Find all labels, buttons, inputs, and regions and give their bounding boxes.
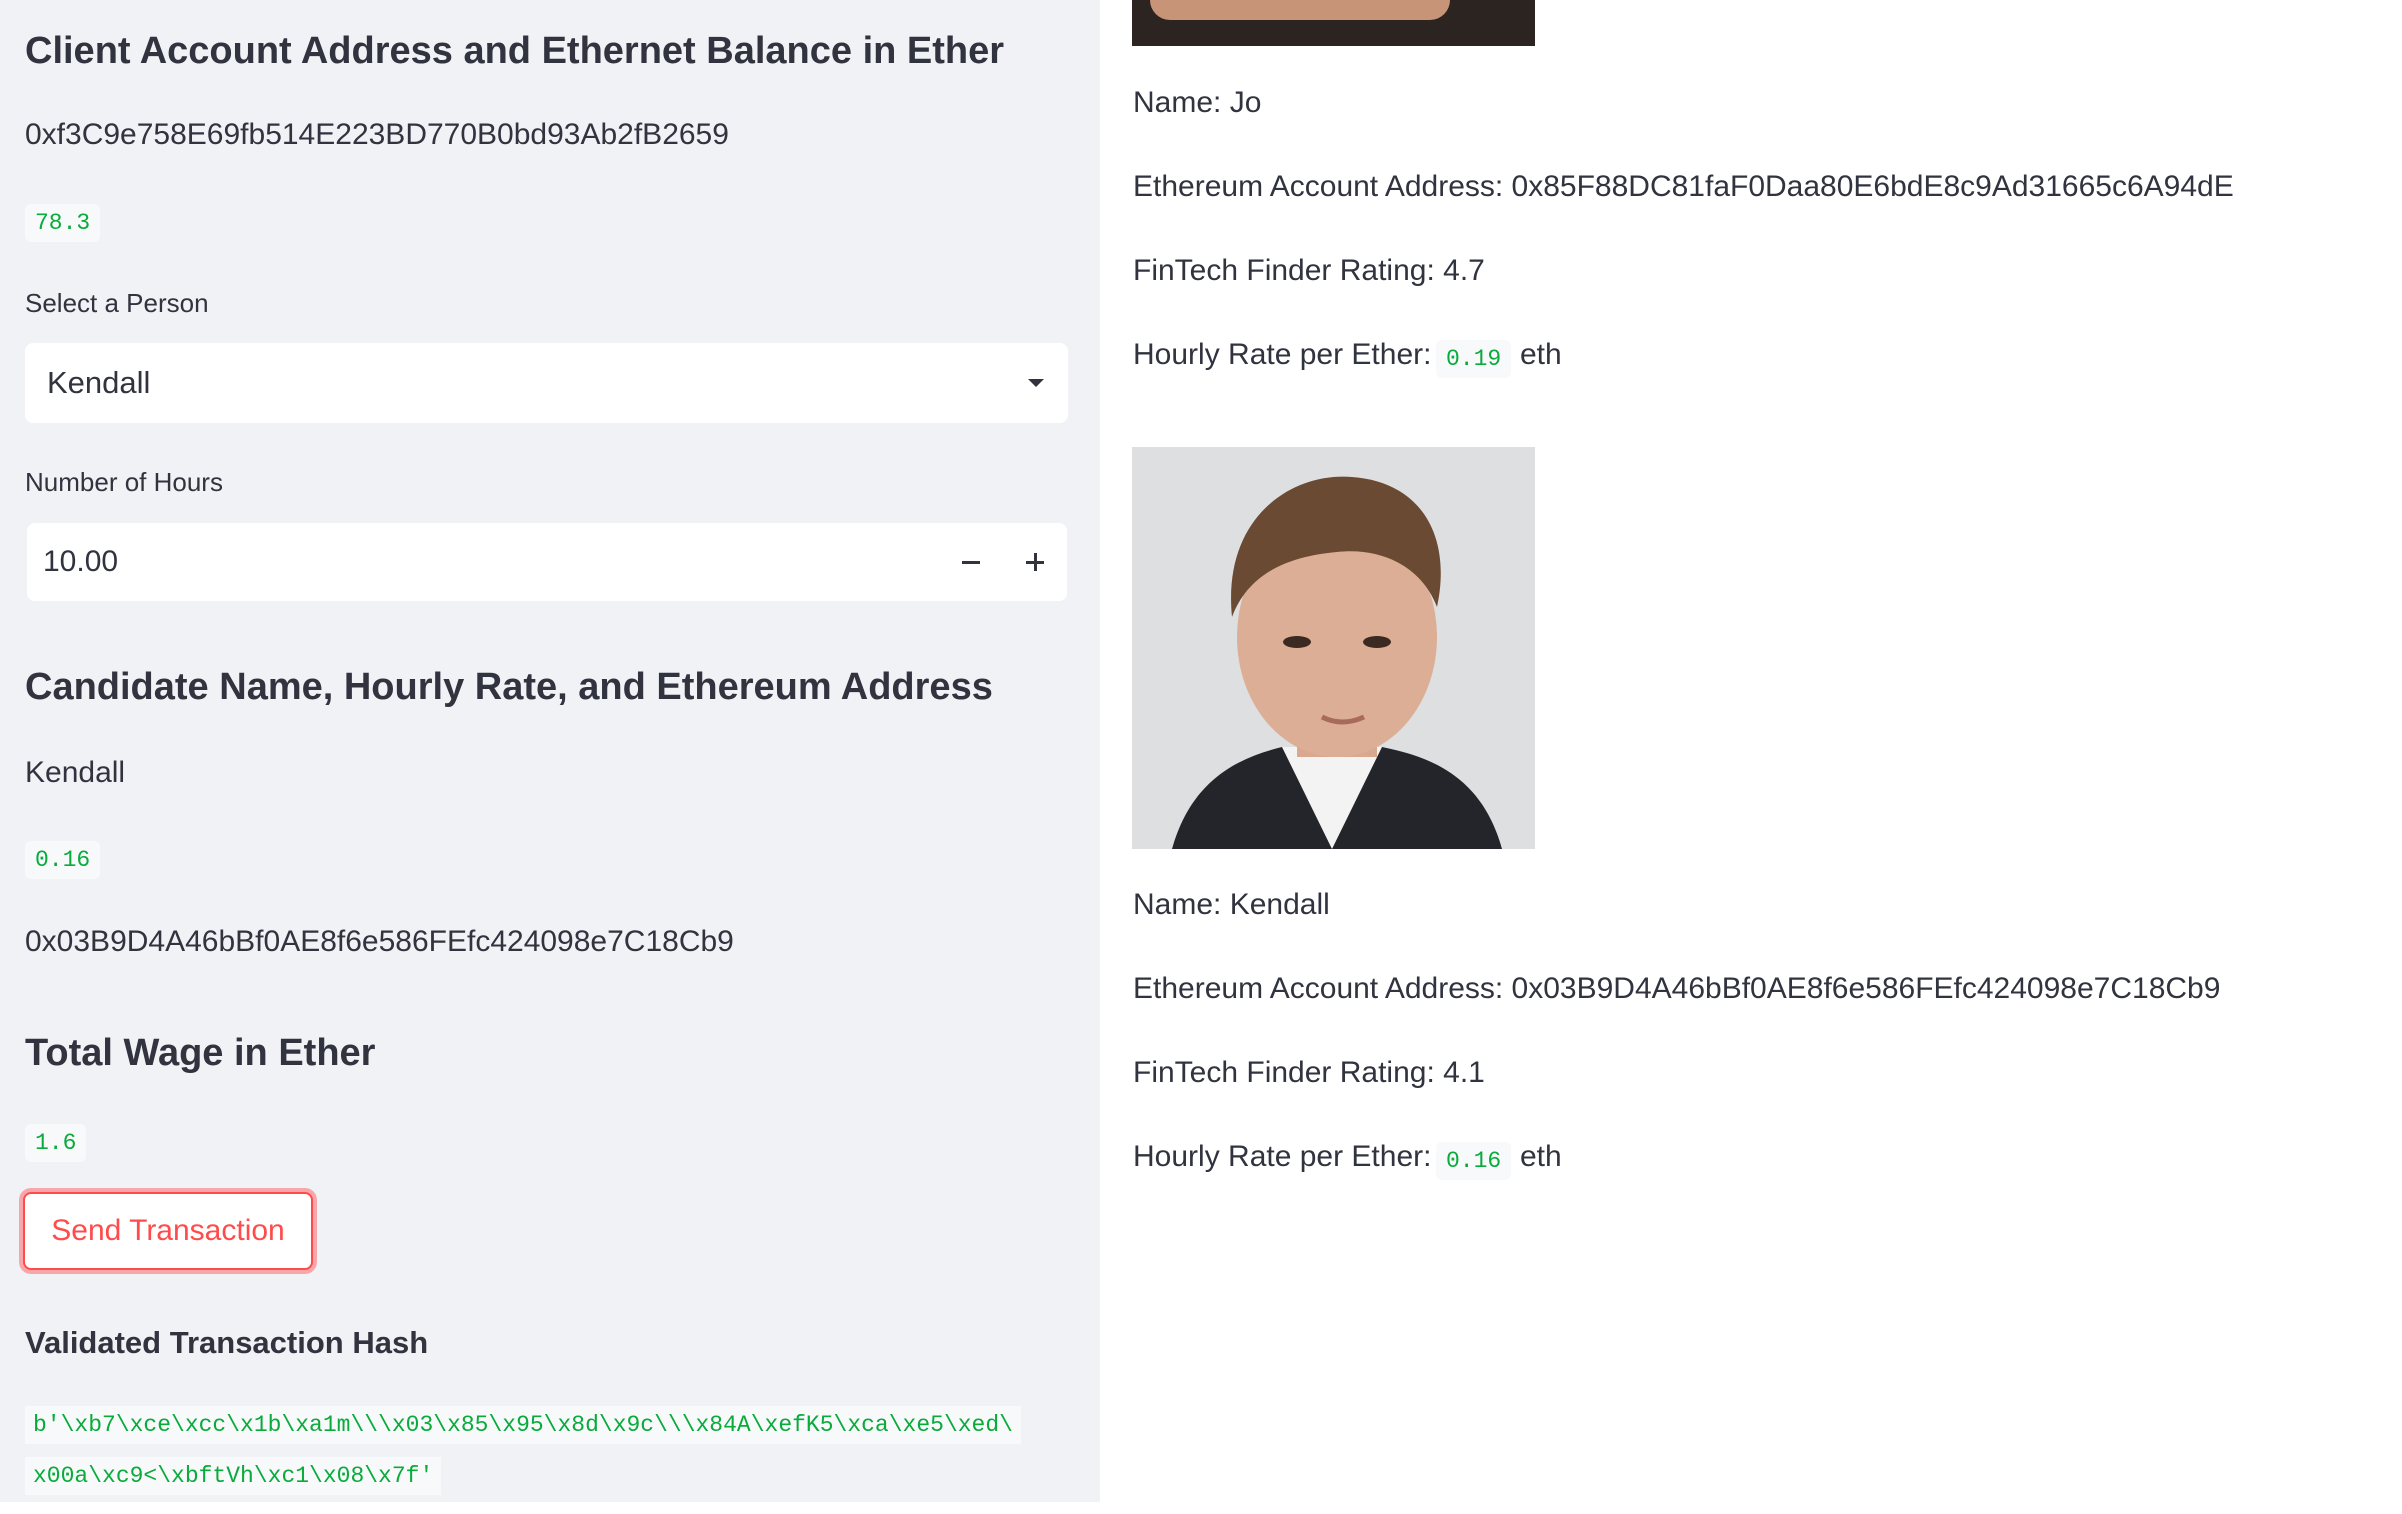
profile-jo-address: Ethereum Account Address: 0x85F88DC81faF… xyxy=(1133,170,2234,203)
candidate-name: Kendall xyxy=(25,756,126,789)
profile-jo-name: Name: Jo xyxy=(1133,86,1262,119)
chevron-down-icon xyxy=(1028,379,1044,387)
profile-kendall-rating: FinTech Finder Rating: 4.1 xyxy=(1133,1056,1485,1089)
send-transaction-button[interactable]: Send Transaction xyxy=(23,1192,313,1270)
tx-hash: b'\xb7\xce\xcc\x1b\xa1m\\\x03\x85\x95\x8… xyxy=(25,1400,1065,1502)
profile-kendall-rate-label: Hourly Rate per Ether: xyxy=(1133,1140,1432,1173)
sidebar: Client Account Address and Ethernet Bala… xyxy=(0,0,1100,1502)
wage-heading: Total Wage in Ether xyxy=(25,1032,376,1074)
profile-kendall-name: Name: Kendall xyxy=(1133,888,1330,921)
hours-label: Number of Hours xyxy=(25,467,223,497)
person-select-value: Kendall xyxy=(47,365,151,400)
select-person-label: Select a Person xyxy=(25,288,209,318)
minus-icon xyxy=(962,560,980,564)
candidate-rate: 0.16 xyxy=(25,841,101,879)
wage-value: 1.6 xyxy=(25,1124,87,1162)
hours-stepper[interactable]: 10.00 xyxy=(27,523,1067,601)
hours-input[interactable]: 10.00 xyxy=(27,545,939,579)
candidate-heading: Candidate Name, Hourly Rate, and Ethereu… xyxy=(25,666,993,708)
candidate-address: 0x03B9D4A46bBf0AE8f6e586FEfc424098e7C18C… xyxy=(25,925,734,958)
increment-button[interactable] xyxy=(1003,523,1067,601)
person-select[interactable]: Kendall xyxy=(25,343,1068,423)
profile-jo-rate: 0.19 xyxy=(1436,340,1512,378)
decrement-button[interactable] xyxy=(939,523,1003,601)
profile-photo-jo xyxy=(1132,0,1535,46)
person-portrait-icon xyxy=(1132,447,1535,849)
profile-kendall-address: Ethereum Account Address: 0x03B9D4A46bBf… xyxy=(1133,972,2221,1005)
profile-jo-rate-label: Hourly Rate per Ether: xyxy=(1133,338,1432,371)
profile-kendall-rate: 0.16 xyxy=(1436,1142,1512,1180)
tx-hash-line-2: x00a\xc9<\xbftVh\xc1\x08\x7f' xyxy=(25,1457,442,1495)
client-address: 0xf3C9e758E69fb514E223BD770B0bd93Ab2fB26… xyxy=(25,118,729,151)
client-heading: Client Account Address and Ethernet Bala… xyxy=(25,30,1005,72)
tx-hash-heading: Validated Transaction Hash xyxy=(25,1325,429,1360)
tx-hash-line-1: b'\xb7\xce\xcc\x1b\xa1m\\\x03\x85\x95\x8… xyxy=(25,1406,1021,1444)
client-balance: 78.3 xyxy=(25,204,101,242)
profile-photo-kendall xyxy=(1132,447,1535,849)
profile-kendall-unit: eth xyxy=(1520,1140,1562,1173)
profile-jo-unit: eth xyxy=(1520,338,1562,371)
profile-jo-rating: FinTech Finder Rating: 4.7 xyxy=(1133,254,1485,287)
